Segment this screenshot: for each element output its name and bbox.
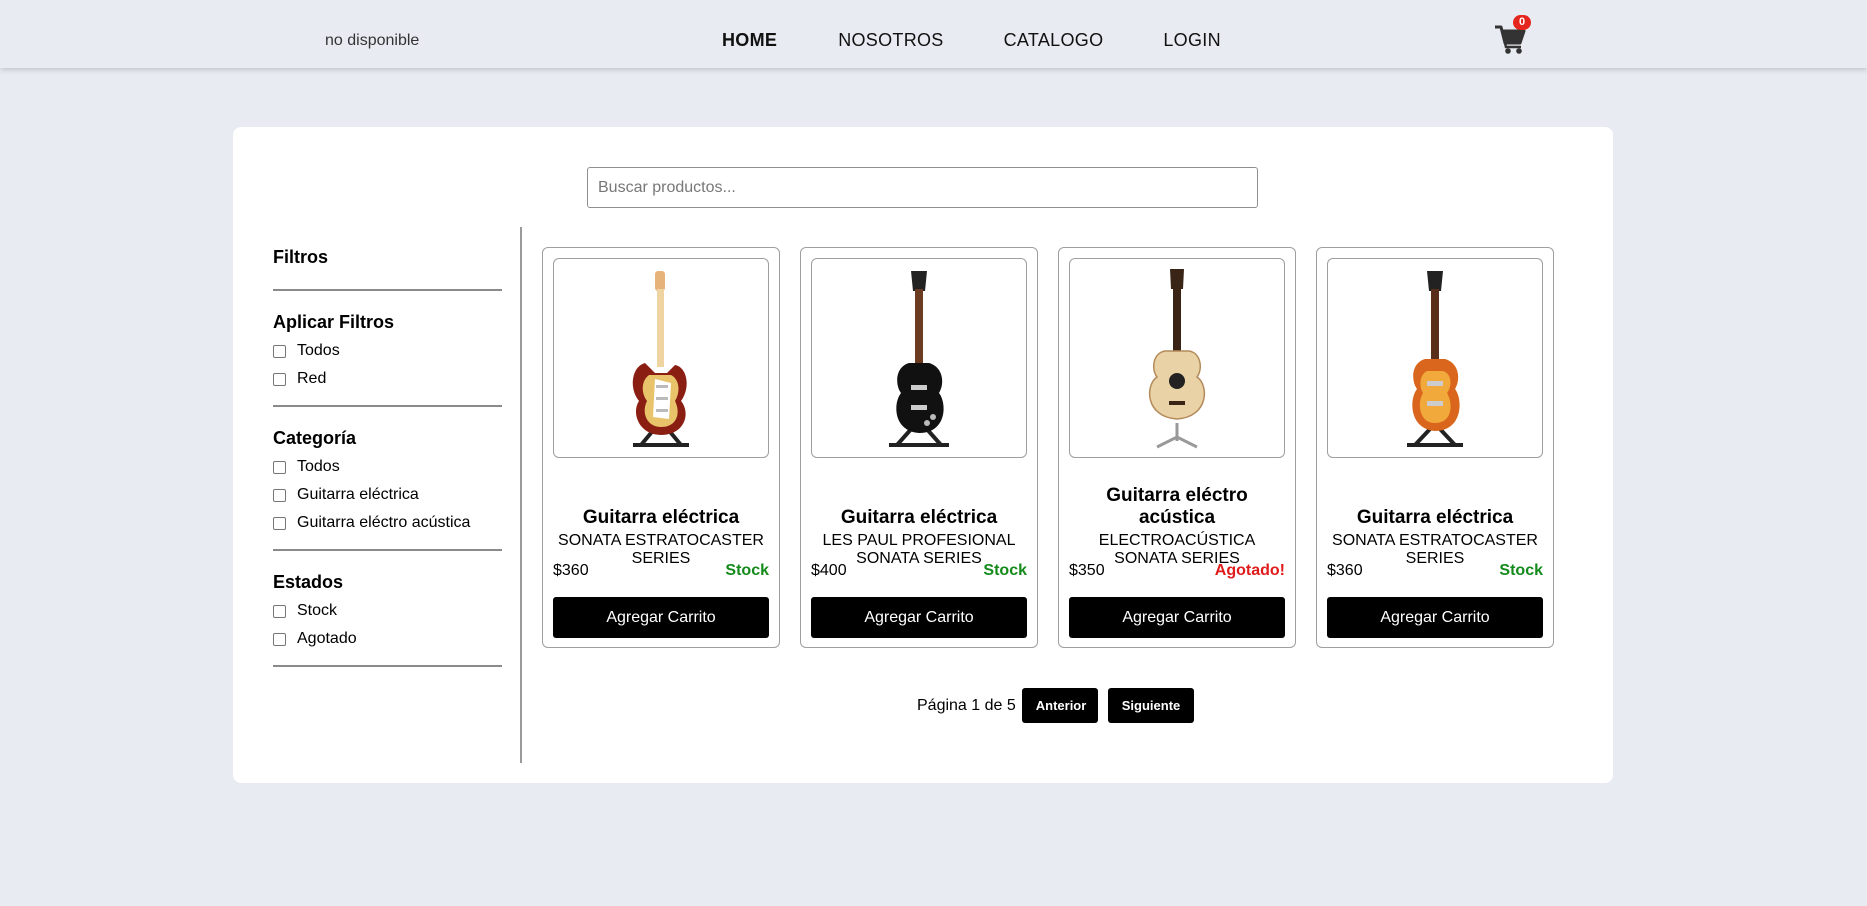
nav-nosotros[interactable]: NOSOTROS [838, 30, 943, 51]
product-title: Guitarra eléctro acústica [1106, 485, 1248, 528]
top-navbar: no disponible HOME NOSOTROS CATALOGO LOG… [0, 0, 1867, 68]
logo[interactable]: no disponible [323, 32, 419, 50]
add-to-cart-button[interactable]: Agregar Carrito [811, 597, 1027, 638]
category-option-electro-acustica[interactable]: Guitarra eléctro acústica [273, 509, 502, 537]
product-image[interactable] [1069, 258, 1285, 458]
filters-sidebar: Filtros Aplicar Filtros Todos Red Catego… [273, 227, 502, 667]
filter-option-todos[interactable]: Todos [273, 337, 502, 365]
divider [273, 289, 502, 291]
checkbox[interactable] [273, 344, 286, 358]
product-price: $360 [1327, 562, 1363, 579]
category-option-electrica[interactable]: Guitarra eléctrica [273, 481, 502, 509]
product-card: Guitarra eléctrica LES PAUL PROFESIONAL … [800, 247, 1038, 648]
les-paul-guitar-icon [889, 271, 949, 447]
stock-status: Stock [1499, 562, 1543, 579]
product-price: $350 [1069, 562, 1105, 579]
product-card: Guitarra eléctrica SONATA ESTRATOCASTER … [1316, 247, 1554, 648]
pagination: Página 1 de 5 Anterior Siguiente [917, 688, 1194, 723]
cart-button[interactable]: 0 [1493, 15, 1531, 56]
status-option-stock[interactable]: Stock [273, 597, 502, 625]
nav-login[interactable]: LOGIN [1163, 30, 1221, 51]
page-indicator: Página 1 de 5 [917, 696, 1016, 714]
next-page-button[interactable]: Siguiente [1107, 688, 1194, 723]
product-image[interactable] [1327, 258, 1543, 458]
cart-count-badge: 0 [1513, 15, 1531, 30]
filter-group-title: Estados [273, 572, 344, 592]
product-card: Guitarra eléctrica SONATA ESTRATOCASTER … [542, 247, 780, 648]
catalog-panel: Filtros Aplicar Filtros Todos Red Catego… [233, 127, 1613, 783]
previous-page-button[interactable]: Anterior [1021, 688, 1098, 723]
divider [273, 405, 502, 407]
stratocaster-guitar-icon [632, 271, 689, 447]
search-input[interactable] [587, 167, 1258, 208]
product-title: Guitarra eléctrica [840, 507, 998, 528]
filter-option-label: Agotado [297, 630, 357, 647]
stock-status: Agotado! [1214, 562, 1285, 579]
add-to-cart-button[interactable]: Agregar Carrito [553, 597, 769, 638]
divider [273, 549, 502, 551]
filter-option-label: Guitarra eléctrica [297, 486, 419, 503]
divider [273, 665, 502, 667]
filter-option-label: Red [297, 370, 327, 387]
filter-option-label: Todos [297, 342, 340, 359]
checkbox[interactable] [273, 604, 286, 618]
filter-group-title: Categoría [273, 428, 357, 448]
stock-status: Stock [725, 562, 769, 579]
add-to-cart-button[interactable]: Agregar Carrito [1327, 597, 1543, 638]
nav-home[interactable]: HOME [722, 30, 777, 51]
filter-group-title: Aplicar Filtros [273, 312, 395, 332]
logo-alt-text: no disponible [325, 32, 420, 49]
filter-option-red[interactable]: Red [273, 365, 502, 393]
product-title: Guitarra eléctrica [582, 507, 740, 528]
filters-title: Filtros [273, 247, 329, 267]
product-grid: Guitarra eléctrica SONATA ESTRATOCASTER … [542, 247, 1554, 648]
product-card: Guitarra eléctro acústica ELECTROACÚSTIC… [1058, 247, 1296, 648]
nav-catalogo[interactable]: CATALOGO [1004, 30, 1104, 51]
status-option-agotado[interactable]: Agotado [273, 625, 502, 653]
product-image[interactable] [811, 258, 1027, 458]
main-nav: HOME NOSOTROS CATALOGO LOGIN [722, 30, 1221, 51]
product-price: $400 [811, 562, 847, 579]
checkbox[interactable] [273, 460, 286, 474]
product-title: Guitarra eléctrica [1356, 507, 1514, 528]
filter-option-label: Todos [297, 458, 340, 475]
sidebar-divider [520, 227, 522, 763]
filter-option-label: Guitarra eléctro acústica [297, 514, 471, 531]
stock-status: Stock [983, 562, 1027, 579]
checkbox[interactable] [273, 516, 286, 530]
product-price: $360 [553, 562, 589, 579]
checkbox[interactable] [273, 632, 286, 646]
checkbox[interactable] [273, 488, 286, 502]
sunburst-guitar-icon [1407, 271, 1463, 447]
product-image[interactable] [553, 258, 769, 458]
checkbox[interactable] [273, 372, 286, 386]
category-option-todos[interactable]: Todos [273, 453, 502, 481]
acoustic-guitar-icon [1148, 269, 1206, 449]
add-to-cart-button[interactable]: Agregar Carrito [1069, 597, 1285, 638]
filter-option-label: Stock [297, 602, 338, 619]
